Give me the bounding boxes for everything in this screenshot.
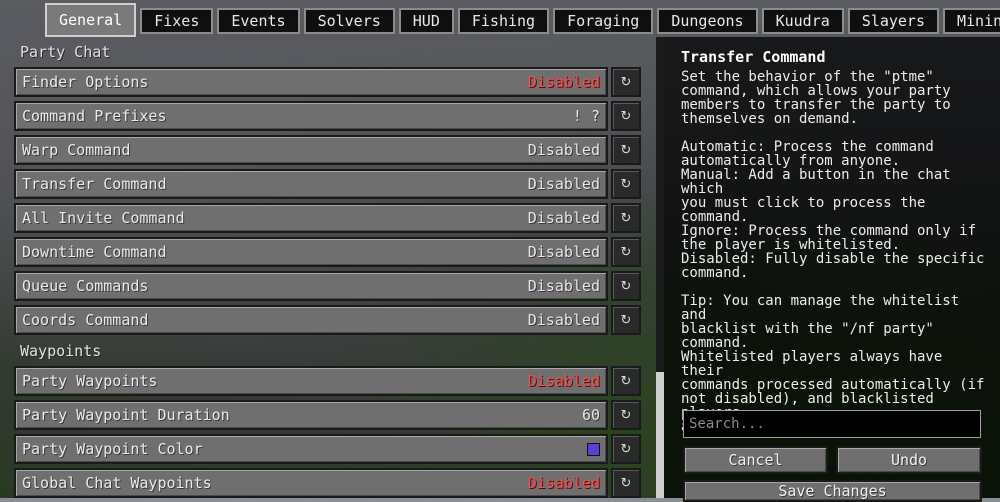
setting-row-command-prefixes: Command Prefixes ! ? ↻ xyxy=(14,101,641,131)
all-invite-command-setting[interactable]: All Invite Command Disabled xyxy=(14,203,608,233)
tab-general[interactable]: General xyxy=(45,3,137,37)
global-chat-waypoints-setting[interactable]: Global Chat Waypoints Disabled xyxy=(14,468,608,498)
tab-dungeons[interactable]: Dungeons xyxy=(657,8,758,34)
setting-value: Disabled xyxy=(527,277,600,295)
setting-label: Party Waypoint Duration xyxy=(22,406,230,424)
setting-label: Warp Command xyxy=(22,141,131,159)
setting-label: Global Chat Waypoints xyxy=(22,474,212,492)
setting-label: Party Waypoints xyxy=(22,372,158,390)
setting-row-transfer-command: Transfer Command Disabled ↻ xyxy=(14,169,641,199)
setting-value: 60 xyxy=(581,406,600,424)
reset-icon[interactable]: ↻ xyxy=(611,271,641,301)
setting-row-party-waypoint-duration: Party Waypoint Duration 60 ↻ xyxy=(14,400,641,430)
setting-row-queue-commands: Queue Commands Disabled ↻ xyxy=(14,271,641,301)
tab-solvers[interactable]: Solvers xyxy=(303,8,395,34)
reset-icon[interactable]: ↻ xyxy=(611,237,641,267)
section-waypoints: Waypoints xyxy=(20,342,102,360)
tab-events[interactable]: Events xyxy=(217,8,300,34)
tab-kuudra[interactable]: Kuudra xyxy=(761,8,844,34)
reset-icon[interactable]: ↻ xyxy=(611,400,641,430)
tab-hud[interactable]: HUD xyxy=(398,8,454,34)
tab-fixes[interactable]: Fixes xyxy=(140,8,214,34)
setting-label: Coords Command xyxy=(22,311,149,329)
tab-mining[interactable]: Mining xyxy=(943,8,1000,34)
setting-label: Finder Options xyxy=(22,73,149,91)
warp-command-setting[interactable]: Warp Command Disabled xyxy=(14,135,608,165)
setting-value: Disabled xyxy=(527,243,600,261)
reset-icon[interactable]: ↻ xyxy=(611,305,641,335)
reset-icon[interactable]: ↻ xyxy=(611,203,641,233)
setting-value: Disabled xyxy=(527,73,600,91)
color-swatch[interactable] xyxy=(587,442,600,456)
scrollbar[interactable] xyxy=(656,37,664,498)
downtime-command-setting[interactable]: Downtime Command Disabled xyxy=(14,237,608,267)
reset-icon[interactable]: ↻ xyxy=(611,366,641,396)
setting-label: Transfer Command xyxy=(22,175,167,193)
setting-value: Disabled xyxy=(527,175,600,193)
setting-value: Disabled xyxy=(527,209,600,227)
description-text: Set the behavior of the "ptme" command, … xyxy=(681,69,985,434)
cancel-button[interactable]: Cancel xyxy=(683,446,828,474)
setting-value: Disabled xyxy=(527,311,600,329)
setting-value: ! ? xyxy=(572,107,600,125)
setting-row-coords-command: Coords Command Disabled ↻ xyxy=(14,305,641,335)
setting-label: Party Waypoint Color xyxy=(22,440,203,458)
tab-foraging[interactable]: Foraging xyxy=(553,8,654,34)
save-changes-button[interactable]: Save Changes xyxy=(683,480,982,502)
setting-row-party-waypoints: Party Waypoints Disabled ↻ xyxy=(14,366,641,396)
setting-label: Downtime Command xyxy=(22,243,167,261)
scrollbar-thumb[interactable] xyxy=(656,372,664,498)
setting-label: Queue Commands xyxy=(22,277,149,295)
setting-row-warp-command: Warp Command Disabled ↻ xyxy=(14,135,641,165)
coords-command-setting[interactable]: Coords Command Disabled xyxy=(14,305,608,335)
transfer-command-setting[interactable]: Transfer Command Disabled xyxy=(14,169,608,199)
setting-label: Command Prefixes xyxy=(22,107,167,125)
command-prefixes-setting[interactable]: Command Prefixes ! ? xyxy=(14,101,608,131)
setting-row-global-chat-waypoints: Global Chat Waypoints Disabled ↻ xyxy=(14,468,641,498)
tab-fishing[interactable]: Fishing xyxy=(457,8,550,34)
reset-icon[interactable]: ↻ xyxy=(611,434,641,464)
undo-button[interactable]: Undo xyxy=(836,446,982,474)
tab-slayers[interactable]: Slayers xyxy=(847,8,939,34)
setting-row-downtime-command: Downtime Command Disabled ↻ xyxy=(14,237,641,267)
tab-bar: General Fixes Events Solvers HUD Fishing… xyxy=(45,0,1000,37)
settings-list[interactable]: Party Chat Finder Options Disabled ↻ Com… xyxy=(14,40,641,502)
description-title: Transfer Command xyxy=(681,48,826,66)
setting-row-all-invite-command: All Invite Command Disabled ↻ xyxy=(14,203,641,233)
party-waypoint-color-setting[interactable]: Party Waypoint Color xyxy=(14,434,608,464)
reset-icon[interactable]: ↻ xyxy=(611,169,641,199)
setting-value: Disabled xyxy=(527,141,600,159)
party-waypoints-setting[interactable]: Party Waypoints Disabled xyxy=(14,366,608,396)
section-party-chat: Party Chat xyxy=(20,43,111,61)
reset-icon[interactable]: ↻ xyxy=(611,135,641,165)
reset-icon[interactable]: ↻ xyxy=(611,101,641,131)
finder-options-setting[interactable]: Finder Options Disabled xyxy=(14,67,608,97)
reset-icon[interactable]: ↻ xyxy=(611,468,641,498)
setting-row-party-waypoint-color: Party Waypoint Color ↻ xyxy=(14,434,641,464)
party-waypoint-duration-setting[interactable]: Party Waypoint Duration 60 xyxy=(14,400,608,430)
search-input[interactable] xyxy=(683,410,981,438)
setting-label: All Invite Command xyxy=(22,209,185,227)
reset-icon[interactable]: ↻ xyxy=(611,67,641,97)
setting-value: Disabled xyxy=(527,474,600,492)
queue-commands-setting[interactable]: Queue Commands Disabled xyxy=(14,271,608,301)
setting-row-finder-options: Finder Options Disabled ↻ xyxy=(14,67,641,97)
setting-value: Disabled xyxy=(527,372,600,390)
